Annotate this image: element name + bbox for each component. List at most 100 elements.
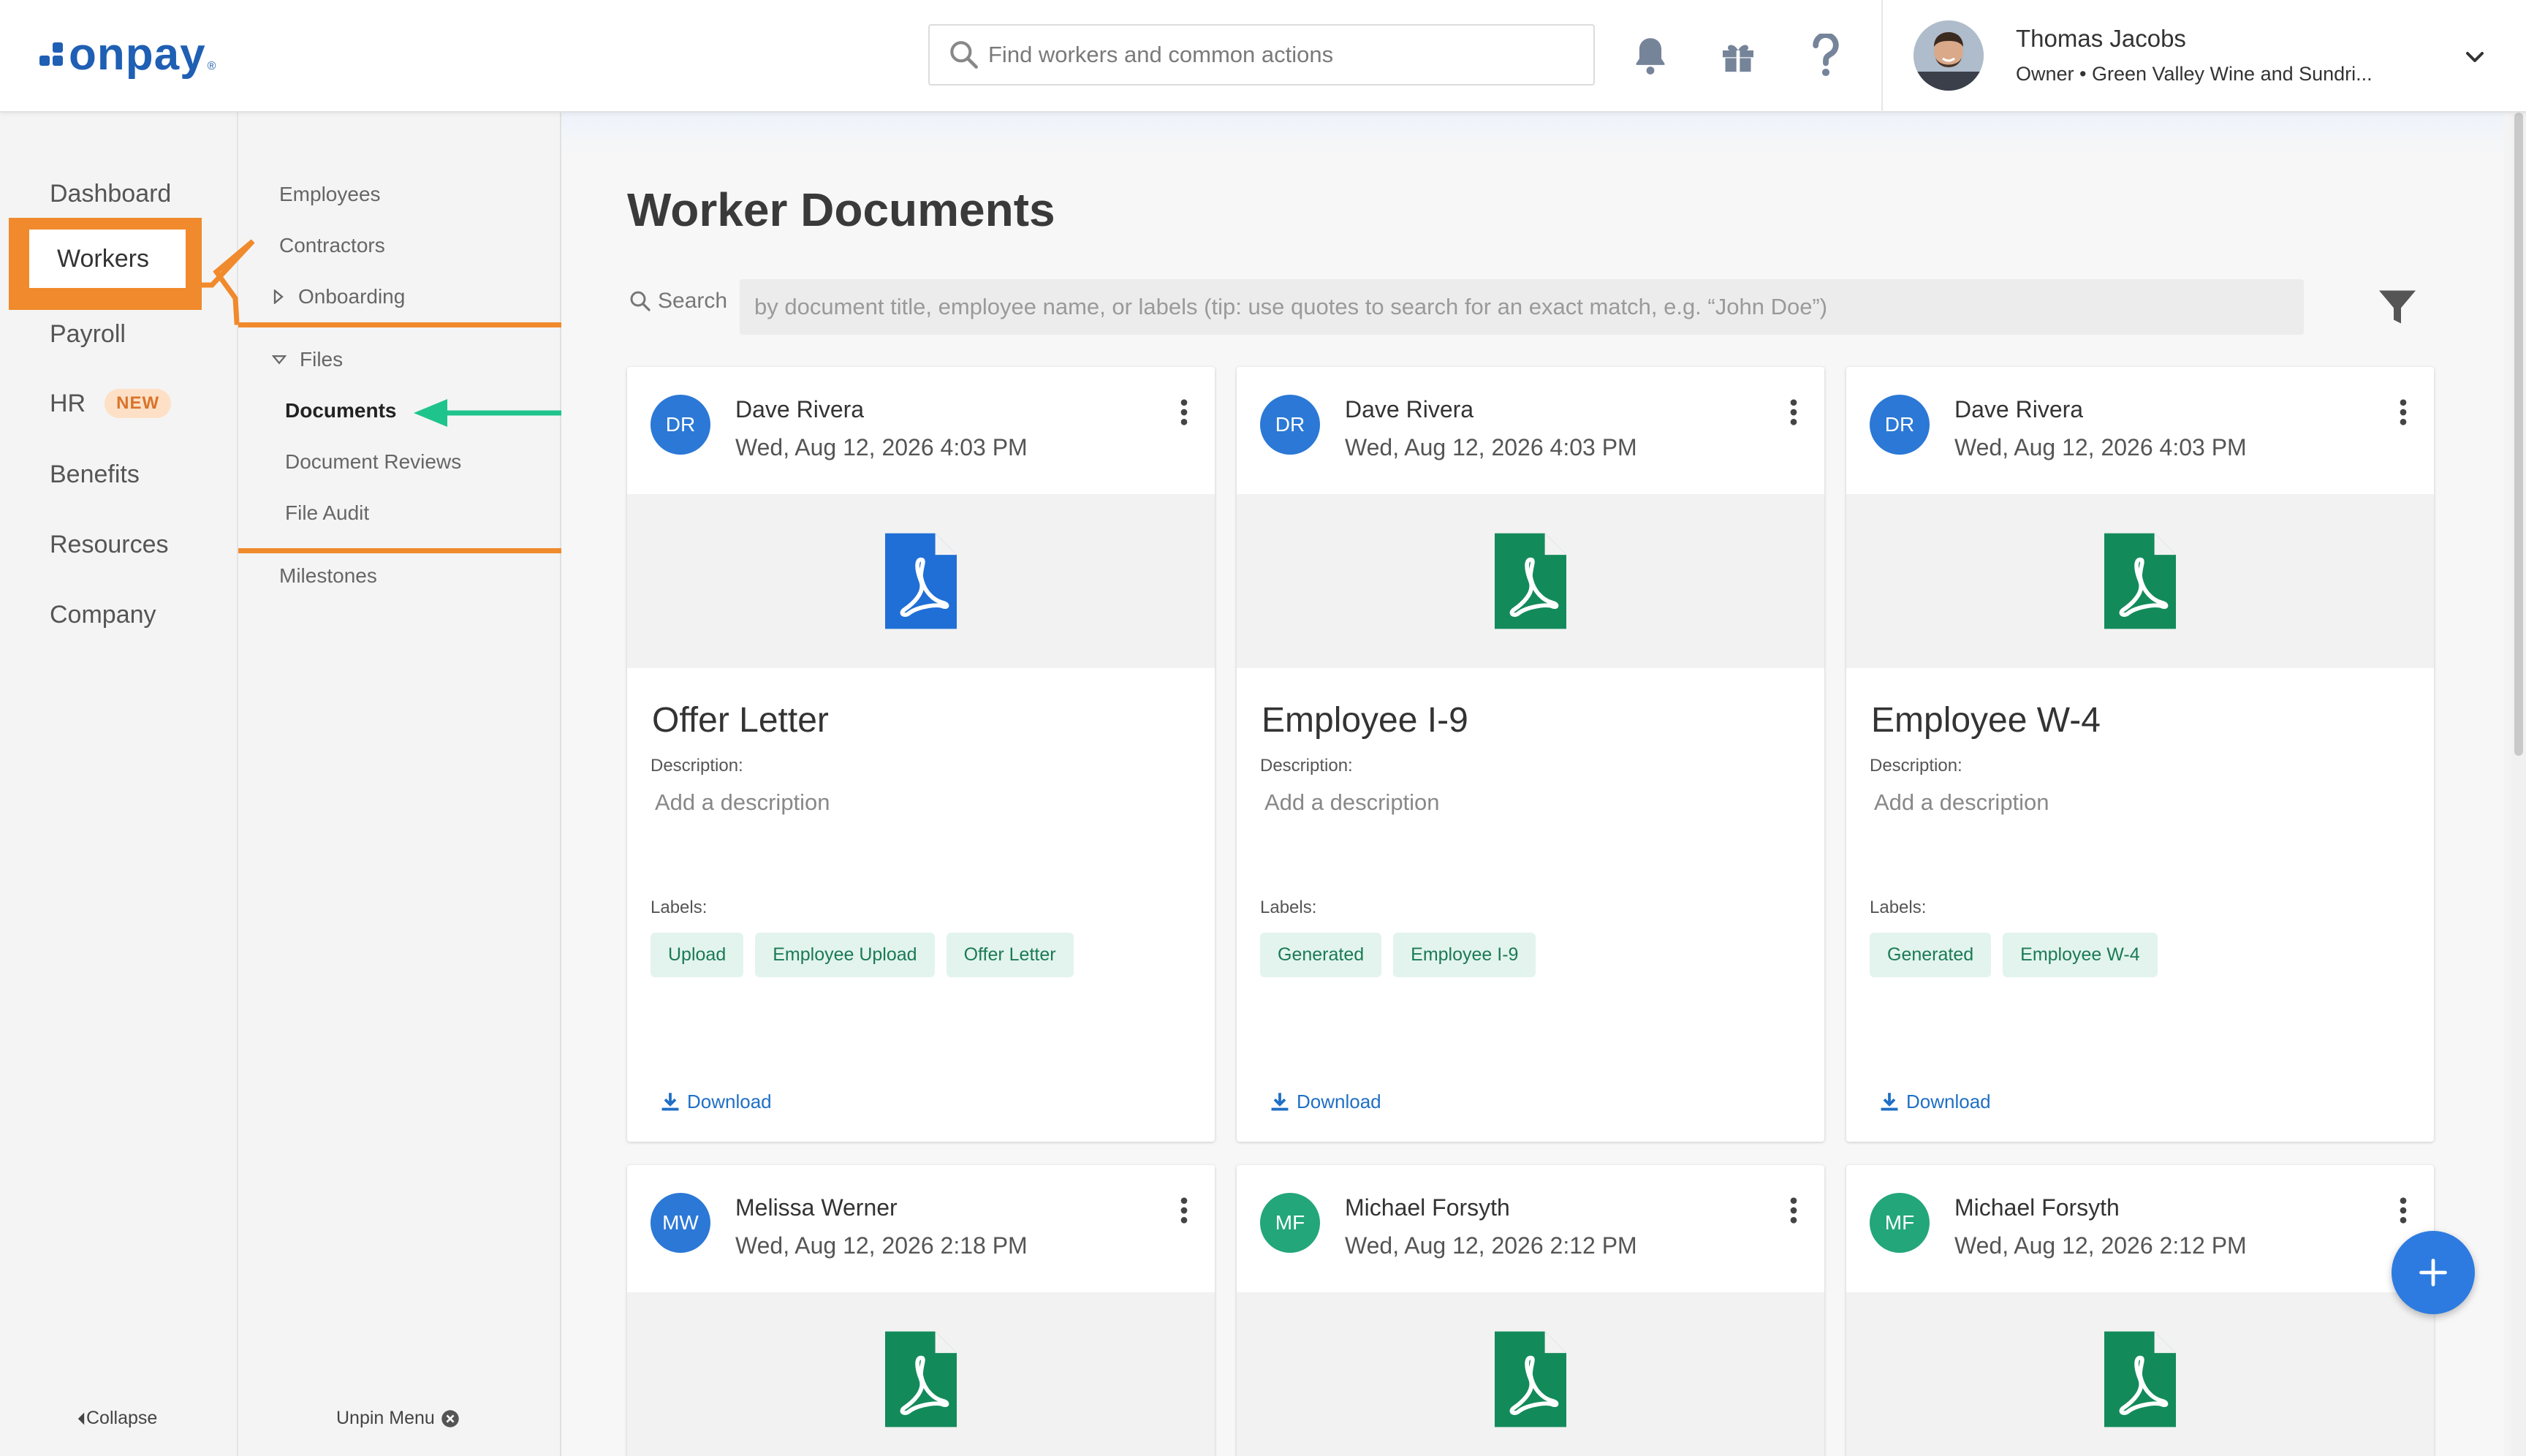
nav-workers[interactable]: Workers: [29, 230, 186, 288]
description-label: Description:: [1260, 756, 1353, 776]
label-chip: Employee Upload: [755, 933, 935, 977]
logo-text: onpay: [69, 29, 206, 80]
search-icon: [630, 291, 651, 311]
more-vert-icon[interactable]: [1177, 398, 1191, 427]
user-name[interactable]: Thomas Jacobs: [2016, 25, 2186, 53]
search-icon: [950, 41, 978, 69]
user-role: Owner • Green Valley Wine and Sundri...: [2016, 63, 2373, 85]
help-icon[interactable]: [1802, 32, 1849, 79]
labels-list: Generated Employee I-9: [1260, 933, 1536, 977]
more-vert-icon[interactable]: [1786, 1196, 1801, 1225]
card-date: Wed, Aug 12, 2026 2:18 PM: [735, 1232, 1028, 1259]
chevron-left-icon: [77, 1412, 85, 1425]
collapse-label: Collapse: [86, 1408, 158, 1428]
labels-list: Upload Employee Upload Offer Letter: [651, 933, 1074, 977]
avatar: DR: [1870, 395, 1930, 455]
document-title: Offer Letter: [652, 701, 829, 740]
nav-benefits[interactable]: Benefits: [50, 460, 140, 489]
description-field[interactable]: Add a description: [655, 789, 830, 816]
page-scrollbar[interactable]: [2511, 113, 2526, 1456]
card-worker-name: Dave Rivera: [735, 396, 865, 422]
card-date: Wed, Aug 12, 2026 4:03 PM: [735, 434, 1028, 460]
global-search-box[interactable]: [928, 24, 1595, 86]
avatar: MF: [1870, 1193, 1930, 1253]
label-chip: Offer Letter: [946, 933, 1074, 977]
bell-icon[interactable]: [1627, 32, 1674, 79]
new-badge: NEW: [105, 389, 172, 418]
subnav-milestones[interactable]: Milestones: [279, 564, 377, 588]
subnav-documents[interactable]: Documents: [285, 399, 396, 422]
subnav-employees[interactable]: Employees: [279, 183, 381, 206]
download-icon: [1881, 1092, 1898, 1110]
subnav-contractors[interactable]: Contractors: [279, 234, 385, 257]
more-vert-icon[interactable]: [1177, 1196, 1191, 1225]
download-icon: [1271, 1092, 1289, 1110]
gift-icon[interactable]: [1715, 32, 1761, 79]
document-preview[interactable]: [627, 494, 1215, 668]
collapse-button[interactable]: Collapse: [76, 1408, 157, 1429]
label-chip: Employee W-4: [2003, 933, 2158, 977]
nav-workers-highlight: Workers: [9, 218, 202, 310]
page-title: Worker Documents: [627, 183, 1055, 236]
description-field[interactable]: Add a description: [1264, 789, 1440, 816]
main-content: Worker Documents Search DR Dave Rivera W…: [561, 113, 2504, 1456]
document-card[interactable]: DR Dave Rivera Wed, Aug 12, 2026 4:03 PM…: [627, 367, 1215, 1142]
nav-payroll[interactable]: Payroll: [50, 320, 126, 349]
document-search-box[interactable]: [740, 279, 2304, 335]
top-bar: onpay ® Find workers and common actions …: [0, 0, 2526, 113]
more-vert-icon[interactable]: [2396, 1196, 2411, 1225]
chevron-down-icon[interactable]: [2460, 42, 2489, 72]
label-chip: Upload: [651, 933, 744, 977]
filter-icon[interactable]: [2375, 285, 2419, 329]
download-link[interactable]: Download: [1880, 1091, 1991, 1113]
unpin-menu-label: Unpin Menu: [336, 1408, 435, 1428]
card-worker-name: Dave Rivera: [1345, 396, 1474, 422]
nav-company[interactable]: Company: [50, 601, 156, 629]
nav-hr[interactable]: HR NEW: [50, 389, 172, 418]
document-preview[interactable]: [1846, 494, 2434, 668]
subnav-files[interactable]: Files: [272, 348, 343, 371]
more-vert-icon[interactable]: [2396, 398, 2411, 427]
subnav-document-reviews[interactable]: Document Reviews: [285, 450, 461, 474]
document-preview[interactable]: [627, 1292, 1215, 1456]
close-circle-icon: [441, 1409, 459, 1427]
description-field[interactable]: Add a description: [1874, 789, 2049, 816]
add-document-button[interactable]: [2392, 1231, 2475, 1314]
document-preview[interactable]: [1237, 494, 1824, 668]
avatar: MW: [651, 1193, 710, 1253]
global-search-input[interactable]: [988, 42, 1573, 68]
logo-dots-icon: [39, 42, 64, 67]
document-card[interactable]: MW Melissa Werner Wed, Aug 12, 2026 2:18…: [627, 1165, 1215, 1456]
description-label: Description:: [651, 756, 743, 776]
document-card[interactable]: DR Dave Rivera Wed, Aug 12, 2026 4:03 PM…: [1846, 367, 2434, 1142]
subnav-onboarding[interactable]: Onboarding: [272, 285, 405, 308]
download-link[interactable]: Download: [1270, 1091, 1381, 1113]
document-preview[interactable]: [1237, 1292, 1824, 1456]
pdf-file-icon: [2104, 533, 2176, 629]
caret-right-icon: [273, 289, 284, 304]
document-card[interactable]: MF Michael Forsyth Wed, Aug 12, 2026 2:1…: [1846, 1165, 2434, 1456]
label-chip: Employee I-9: [1393, 933, 1536, 977]
document-card[interactable]: DR Dave Rivera Wed, Aug 12, 2026 4:03 PM…: [1237, 367, 1824, 1142]
document-preview[interactable]: [1846, 1292, 2434, 1456]
subnav-file-audit[interactable]: File Audit: [285, 501, 369, 525]
nav-resources[interactable]: Resources: [50, 531, 169, 559]
pdf-file-icon: [885, 1331, 957, 1427]
labels-label: Labels:: [1260, 898, 1317, 917]
download-link[interactable]: Download: [661, 1091, 772, 1113]
document-search-input[interactable]: [754, 294, 2289, 320]
document-card[interactable]: MF Michael Forsyth Wed, Aug 12, 2026 2:1…: [1237, 1165, 1824, 1456]
document-search-label-text: Search: [658, 289, 728, 313]
scrollbar-thumb[interactable]: [2514, 113, 2523, 756]
logo-registered-mark: ®: [207, 60, 216, 72]
card-date: Wed, Aug 12, 2026 2:12 PM: [1345, 1232, 1637, 1259]
card-worker-name: Dave Rivera: [1954, 396, 2084, 422]
unpin-menu-button[interactable]: Unpin Menu: [336, 1408, 460, 1429]
document-title: Employee W-4: [1871, 701, 2101, 740]
more-vert-icon[interactable]: [1786, 398, 1801, 427]
user-avatar[interactable]: [1914, 20, 1984, 91]
card-worker-name: Michael Forsyth: [1345, 1194, 1510, 1221]
card-worker-name: Melissa Werner: [735, 1194, 898, 1221]
nav-dashboard[interactable]: Dashboard: [50, 180, 171, 208]
onpay-logo[interactable]: onpay ®: [39, 29, 216, 80]
